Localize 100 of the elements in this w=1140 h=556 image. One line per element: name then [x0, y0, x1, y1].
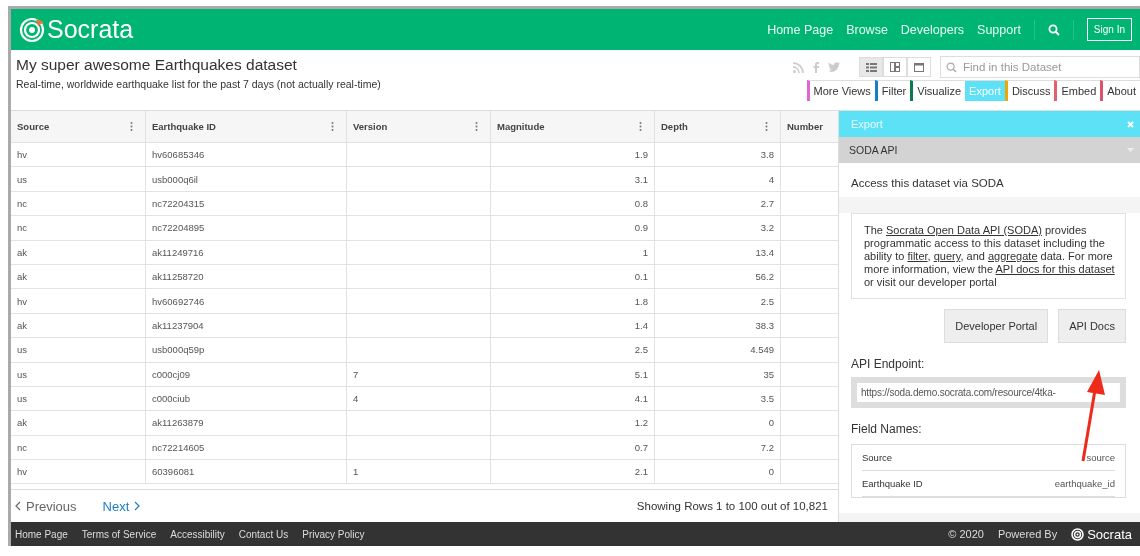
table-cell: 1.9 — [491, 143, 655, 168]
table-cell: ak11249716 — [146, 240, 347, 265]
table-cell: usb000q59p — [146, 338, 347, 363]
table-cell: hv — [11, 143, 146, 168]
table-cell: ak11237904 — [146, 313, 347, 339]
table-cell: c000cj09 — [146, 362, 347, 387]
table-cell: nc — [11, 435, 146, 461]
table-cell: 1.4 — [491, 313, 655, 339]
endpoint-label: API Endpoint: — [851, 357, 926, 371]
tab[interactable]: Discuss — [1004, 80, 1055, 101]
panel-button[interactable]: API Docs — [1058, 309, 1126, 343]
kebab-icon[interactable] — [639, 122, 642, 131]
search-field[interactable]: Find in this Dataset — [940, 56, 1140, 78]
table-cell: 0.9 — [491, 216, 655, 241]
column-header[interactable]: Earthquake ID — [146, 111, 347, 143]
table-cell: 1.2 — [491, 411, 655, 436]
field-names-label: Field Names: — [851, 422, 923, 436]
column-header[interactable]: Source — [11, 111, 146, 143]
next-link[interactable]: Next — [102, 498, 141, 514]
view-toggle-button[interactable] — [859, 57, 883, 77]
kebab-icon[interactable] — [331, 122, 334, 131]
tab[interactable]: Visualize — [910, 80, 966, 101]
dataset-title: My super awesome Earthquakes dataset — [16, 56, 298, 74]
table-cell: usb000q6il — [146, 167, 347, 192]
table-cell: 4.549 — [655, 338, 781, 363]
footer-link[interactable]: Terms of Service — [81, 528, 157, 540]
table-cell: hv60685346 — [146, 143, 347, 168]
column-header[interactable]: Depth — [655, 111, 781, 143]
table-cell: us — [11, 338, 146, 363]
table-cell: 7.2 — [655, 435, 781, 461]
table-cell: us — [11, 362, 146, 387]
table-cell: 0.1 — [491, 264, 655, 290]
info-link[interactable]: aggregate — [987, 250, 1038, 262]
table-cell: 0 — [655, 460, 781, 485]
table-cell: 1 — [491, 240, 655, 265]
table-view-icon — [865, 62, 877, 72]
table-cell: 1.8 — [491, 289, 655, 314]
field-api-name: earthquake_id — [1054, 478, 1115, 489]
info-link[interactable]: Socrata Open Data API (SODA) — [886, 224, 1042, 236]
table-cell: nc72204895 — [146, 216, 347, 241]
table-cell: 56.2 — [655, 264, 781, 290]
footer-link[interactable]: Contact Us — [238, 528, 289, 540]
table-cell: nc72204315 — [146, 191, 347, 217]
table-cell: c000ciub — [146, 386, 347, 412]
kebab-icon[interactable] — [475, 122, 478, 131]
kebab-icon[interactable] — [765, 122, 768, 131]
footer-link[interactable]: Accessibility — [170, 528, 225, 540]
column-header[interactable]: Version — [347, 111, 491, 143]
table-cell: 1 — [347, 460, 491, 485]
tab[interactable]: More Views — [806, 80, 875, 101]
table-cell: us — [11, 386, 146, 412]
rows-status: Showing Rows 1 to 100 out of 10,821 — [636, 500, 828, 512]
section-title: SODA API — [849, 144, 898, 156]
table-cell: nc72214605 — [146, 435, 347, 461]
chevron-left-icon — [15, 501, 21, 511]
dataset-description: Real-time, worldwide earthquake list for the past 7 days (not actually real-time) — [16, 78, 381, 90]
table-cell: 60396081 — [146, 460, 347, 485]
chevron-right-icon — [134, 501, 141, 511]
tab[interactable]: About — [1100, 80, 1140, 101]
table-cell: 13.4 — [655, 240, 781, 265]
tab[interactable]: Filter — [874, 80, 911, 101]
table-cell: 38.3 — [655, 313, 781, 339]
table-cell: 0 — [655, 411, 781, 436]
table-cell: ak11263879 — [146, 411, 347, 436]
table-cell: 3.1 — [491, 167, 655, 192]
panel-subtitle: Access this dataset via SODA — [839, 163, 1140, 197]
table-cell: 0.7 — [491, 435, 655, 461]
footer-logo-text: Socrata — [1087, 526, 1132, 542]
column-header[interactable]: Magnitude — [491, 111, 655, 143]
view-toggle-button[interactable] — [883, 57, 907, 77]
footer-link[interactable]: Home Page — [15, 528, 68, 540]
endpoint-field[interactable]: https://soda.demo.socrata.com/resource/4tka- — [851, 377, 1126, 408]
search-icon[interactable] — [1047, 23, 1060, 36]
table-cell: 5.1 — [491, 362, 655, 387]
tab[interactable]: Embed — [1054, 80, 1101, 101]
section-header[interactable]: SODA API — [839, 137, 1140, 163]
field-name: Earthquake ID — [862, 478, 923, 489]
logo-text: Socrata — [47, 15, 134, 44]
copyright: © 2020 — [948, 528, 984, 540]
table-cell: ak — [11, 264, 146, 290]
info-link[interactable]: API docs for this dataset — [995, 263, 1115, 275]
table-cell: 7 — [347, 362, 491, 387]
field-api-name: source — [1086, 452, 1115, 463]
table-cell: 3.8 — [655, 143, 781, 168]
kebab-icon[interactable] — [130, 122, 133, 131]
table-cell: us — [11, 167, 146, 192]
table-cell: 2.5 — [655, 289, 781, 314]
previous-link[interactable]: Previous — [15, 498, 77, 514]
panel-title: Export — [851, 118, 883, 130]
panel-button[interactable]: Developer Portal — [944, 309, 1049, 343]
view-toggle-button[interactable] — [907, 57, 931, 77]
list-view-icon — [890, 62, 900, 72]
table-cell: ak11258720 — [146, 264, 347, 290]
table-cell: ak — [11, 240, 146, 265]
search-icon — [946, 62, 957, 73]
footer-link[interactable]: Privacy Policy — [302, 528, 365, 540]
info-link[interactable]: filter — [907, 250, 928, 262]
table-cell: 2.1 — [491, 460, 655, 485]
table-cell: 4.1 — [491, 386, 655, 412]
powered-by: Powered By — [997, 528, 1058, 540]
